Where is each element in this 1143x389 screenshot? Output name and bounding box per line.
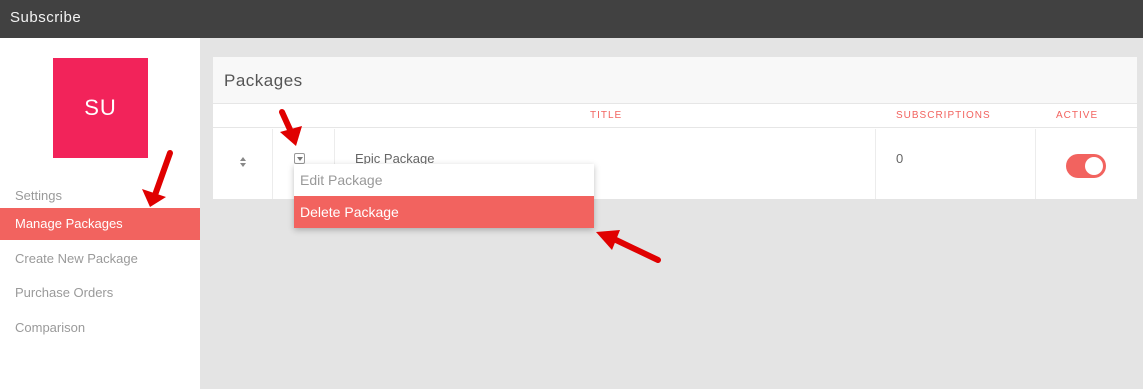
sidebar-item-label: Manage Packages	[15, 216, 123, 231]
page-title: Packages	[224, 71, 303, 90]
sidebar-item-label: Purchase Orders	[15, 285, 114, 300]
column-divider	[875, 129, 876, 199]
table-header: TITLE SUBSCRIPTIONS ACTIVE	[213, 104, 1137, 128]
sidebar-item-label: Create New Package	[15, 251, 138, 266]
column-header-title[interactable]: TITLE	[590, 110, 622, 121]
subscriptions-count: 0	[896, 151, 904, 166]
annotation-arrow-icon	[596, 230, 661, 263]
drag-sort-icon[interactable]	[239, 156, 247, 168]
sidebar-item-label: Settings	[15, 188, 62, 203]
app-title-bar: Subscribe	[0, 0, 1143, 38]
app-title: Subscribe	[10, 9, 82, 26]
logo: SU	[53, 58, 148, 158]
sidebar-item-create-new-package[interactable]: Create New Package	[0, 243, 200, 275]
panel-header: Packages	[213, 57, 1137, 104]
annotation-arrow-icon	[279, 109, 302, 146]
column-header-subscriptions[interactable]: SUBSCRIPTIONS	[896, 110, 991, 121]
sidebar-item-label: Comparison	[15, 320, 86, 335]
active-toggle[interactable]	[1066, 154, 1106, 178]
column-divider	[1035, 129, 1036, 199]
logo-text: SU	[84, 95, 117, 120]
menu-item-label: Delete Package	[300, 204, 399, 220]
sidebar-item-purchase-orders[interactable]: Purchase Orders	[0, 277, 200, 309]
delete-package-menu-item[interactable]: Delete Package	[294, 196, 594, 228]
toggle-knob	[1085, 157, 1103, 175]
column-header-active[interactable]: ACTIVE	[1056, 110, 1098, 121]
annotation-arrow-icon	[142, 150, 173, 207]
sidebar-item-comparison[interactable]: Comparison	[0, 312, 200, 344]
